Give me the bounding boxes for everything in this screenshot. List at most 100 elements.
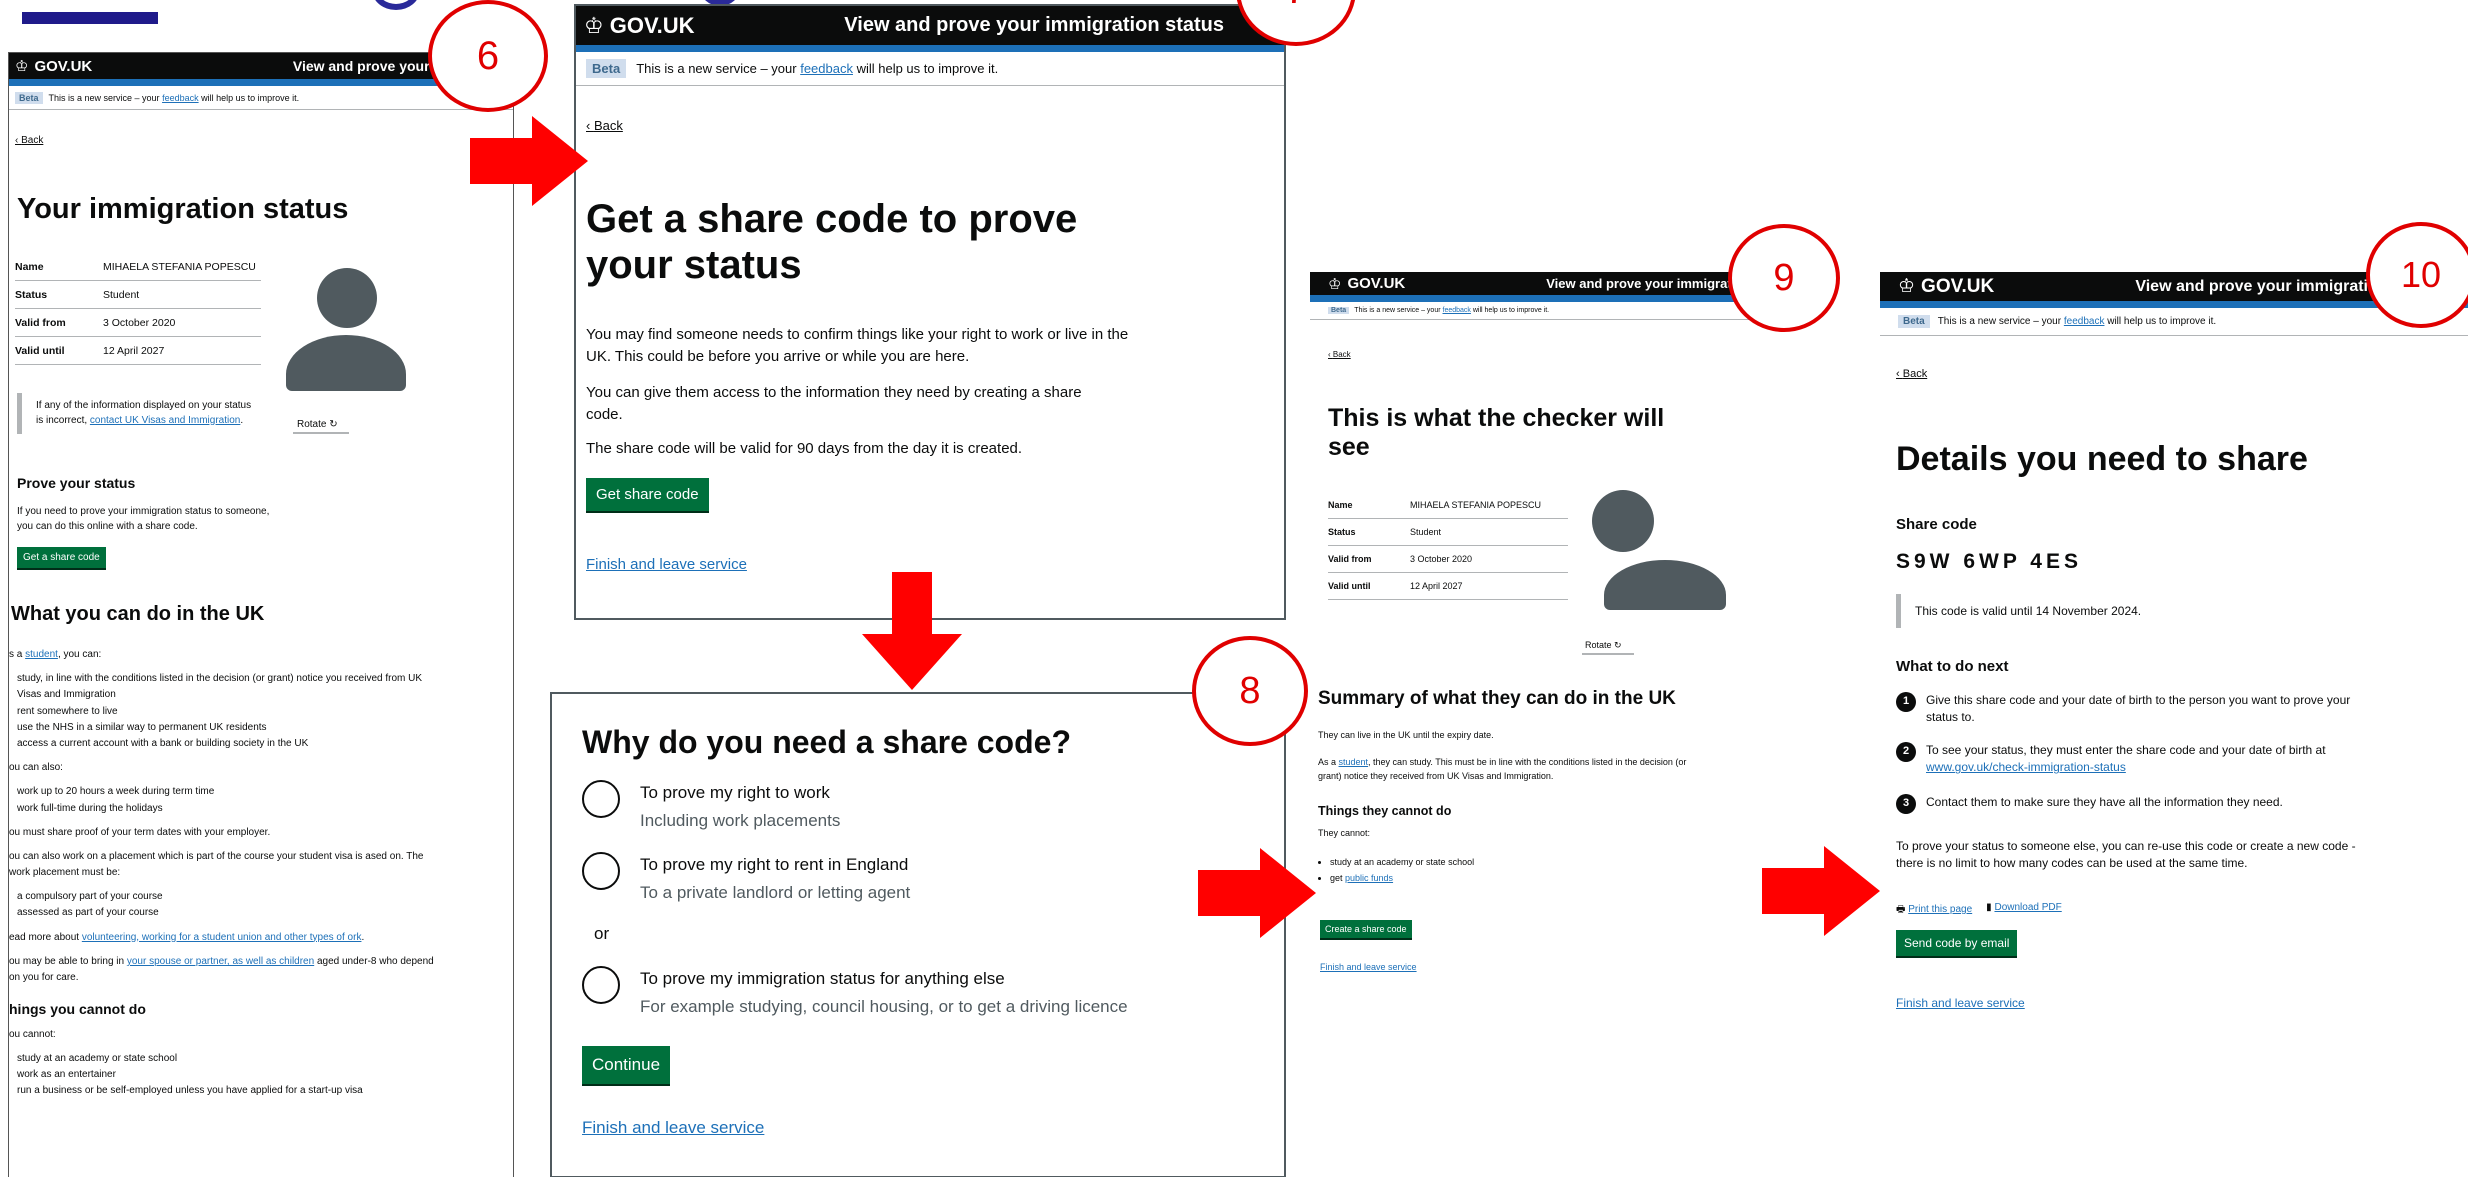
contact-ukvi-link[interactable]: contact UK Visas and Immigration [90, 415, 240, 426]
brand-text: GOV.UK [1347, 275, 1406, 292]
radio-option[interactable]: To prove my immigration status for anyth… [582, 966, 1128, 1017]
back-link[interactable]: ‹ Back [1896, 368, 1927, 380]
printer-icon: 🖶 [1896, 904, 1906, 915]
prove-heading: Prove your status [17, 475, 136, 491]
create-share-code-button[interactable]: Create a share code [1320, 920, 1412, 938]
list-item: work full-time during the holidays [17, 802, 163, 814]
feedback-link[interactable]: feedback [1443, 307, 1471, 314]
page-title: This is what the checker will see [1328, 404, 1665, 461]
back-link[interactable]: ‹ Back [1328, 350, 1351, 359]
placement-text: ou can also work on a placement which is… [9, 850, 424, 879]
print-link[interactable]: 🖶 Print this page [1896, 902, 1972, 919]
cannot-intro: They cannot: [1318, 828, 1371, 838]
govuk-logo[interactable]: ♔ GOV.UK [584, 13, 695, 39]
what-you-can-do-body: s a student, you can: study, in line wit… [9, 647, 509, 1100]
beta-text: This is a new service – your feedback wi… [636, 61, 999, 76]
radio-option[interactable]: To prove my right to work Including work … [582, 780, 840, 831]
finish-link[interactable]: Finish and leave service [1896, 996, 2025, 1010]
service-name[interactable]: View and prove your immigration status [844, 14, 1224, 37]
student-link[interactable]: student [25, 649, 58, 660]
step-item: 1 Give this share code and your date of … [1896, 692, 2366, 727]
study-text: As a student, they can study. This must … [1318, 757, 1687, 781]
read-more: ead more about volunteering, working for… [9, 931, 365, 943]
check-status-link[interactable]: www.gov.uk/check-immigration-status [1926, 760, 2126, 774]
checker-summary: Name MIHAELA STEFANIA POPESCU Status Stude… [1328, 492, 1568, 600]
document-icon: ▮ [1986, 902, 1992, 913]
live-text: They can live in the UK until the expiry… [1318, 730, 1494, 740]
radio-label: To prove my right to rent in England [640, 855, 909, 874]
brand-text: GOV.UK [1921, 275, 1995, 297]
step-marker-9: 9 [1728, 224, 1840, 332]
crown-icon: ♔ [1328, 275, 1342, 293]
spouse-link[interactable]: your spouse or partner, as well as child… [127, 956, 314, 967]
step-number: 1 [1896, 692, 1916, 712]
screen-checker-will-see: ♔ GOV.UK View and prove your immigration … [1310, 272, 1770, 992]
list-item: get public funds [1330, 870, 1474, 886]
valid-until-inset: This code is valid until 14 November 202… [1896, 594, 2256, 628]
list-item: a compulsory part of your course [17, 891, 163, 903]
step-marker-10: 10 [2366, 222, 2468, 328]
radio-button[interactable] [582, 780, 620, 818]
step-marker-8: 8 [1192, 636, 1308, 746]
finish-link[interactable]: Finish and leave service [1320, 962, 1417, 972]
continue-button[interactable]: Continue [582, 1046, 671, 1084]
radio-label: To prove my right to work [640, 783, 830, 802]
status-summary: Name MIHAELA STEFANIA POPESCU Status Stude… [15, 253, 261, 365]
beta-text: This is a new service – your feedback wi… [1937, 316, 2217, 327]
arrow-right-to-step-10 [1762, 846, 1880, 936]
phase-banner: Beta This is a new service – your feedba… [576, 52, 1284, 86]
radio-button[interactable] [582, 966, 620, 1004]
rotate-button[interactable]: Rotate ↻ [1582, 638, 1634, 655]
feedback-link[interactable]: feedback [162, 93, 199, 103]
also-list: work up to 20 hours a week during term t… [17, 784, 509, 816]
govuk-logo[interactable]: ♔ GOV.UK [15, 57, 92, 76]
bring-text: ou may be able to bring in your spouse o… [9, 955, 434, 983]
back-link[interactable]: ‹ Back [586, 118, 623, 133]
page-title: Why do you need a share code? [582, 724, 1071, 760]
download-link[interactable]: ▮ Download PDF [1986, 902, 2062, 919]
list-item: study at an academy or state school [1330, 854, 1474, 870]
radio-hint: To a private landlord or letting agent [640, 883, 911, 902]
page-title: Your immigration status [17, 193, 349, 225]
page-title: Get a share code to prove your status [586, 197, 1078, 287]
public-funds-link[interactable]: public funds [1345, 873, 1393, 883]
beta-tag: Beta [1328, 307, 1350, 314]
govuk-logo[interactable]: ♔ GOV.UK [1898, 275, 1994, 298]
step-number: 2 [1896, 742, 1916, 762]
get-share-code-button[interactable]: Get share code [586, 478, 709, 511]
back-link[interactable]: ‹ Back [15, 135, 43, 146]
student-link[interactable]: student [1339, 757, 1369, 767]
reuse-text: To prove your status to someone else, yo… [1896, 839, 2356, 871]
screen-your-immigration-status: ♔ GOV.UK View and prove your immigratio B… [8, 52, 514, 1177]
finish-link[interactable]: Finish and leave service [586, 556, 747, 573]
send-code-by-email-button[interactable]: Send code by email [1896, 930, 2018, 956]
beta-text: This is a new service – your feedback wi… [48, 92, 300, 103]
or-divider: or [594, 924, 610, 943]
rotate-button[interactable]: Rotate ↻ [293, 417, 349, 434]
get-a-share-code-button[interactable]: Get a share code [17, 547, 106, 568]
intro-p3: The share code will be valid for 90 days… [586, 440, 1023, 457]
phase-banner: Beta This is a new service – your feedba… [9, 86, 513, 110]
govuk-logo[interactable]: ♔ GOV.UK [1328, 275, 1405, 293]
inset-text: If any of the information displayed on y… [17, 393, 257, 434]
radio-button[interactable] [582, 852, 620, 890]
crown-icon: ♔ [1898, 276, 1916, 297]
arrow-right-to-step-7 [470, 116, 588, 206]
feedback-link[interactable]: feedback [2064, 316, 2105, 327]
step-text: To see your status, they must enter the … [1926, 743, 2326, 775]
feedback-link[interactable]: feedback [800, 61, 853, 76]
share-code-value: S9W 6WP 4ES [1896, 550, 2082, 573]
step-number: 3 [1896, 794, 1916, 814]
cannot-heading: hings you cannot do [9, 1001, 146, 1018]
finish-link[interactable]: Finish and leave service [582, 1118, 764, 1138]
what-you-can-do-heading: What you can do in the UK [11, 603, 265, 625]
radio-option[interactable]: To prove my right to rent in England To a… [582, 852, 910, 903]
beta-tag: Beta [15, 91, 43, 104]
phase-banner: Beta This is a new service – your feedba… [1880, 308, 2468, 336]
summary-row: Name MIHAELA STEFANIA POPESCU [15, 253, 261, 281]
screen-why-share-code: Why do you need a share code? To prove m… [550, 692, 1286, 1177]
volunteering-link[interactable]: volunteering, working for a student unio… [82, 932, 362, 943]
can-list: study, in line with the conditions liste… [17, 671, 509, 752]
service-name[interactable]: View and prove your immigrati [2135, 278, 2368, 296]
proof-text: ou must share proof of your term dates w… [9, 826, 271, 838]
